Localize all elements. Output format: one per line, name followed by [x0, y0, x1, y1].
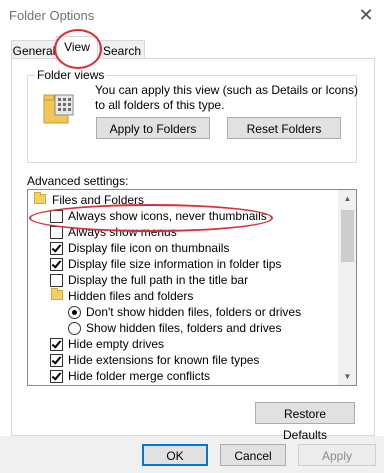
folder-views-label: Folder views	[35, 68, 107, 82]
list-item-label: Display file size information in folder …	[68, 257, 282, 271]
scroll-thumb[interactable]	[341, 210, 354, 262]
folder-views-description: You can apply this view (such as Details…	[95, 83, 359, 112]
checkbox[interactable]	[50, 226, 63, 239]
checkbox[interactable]	[50, 370, 63, 383]
checkbox[interactable]	[50, 210, 63, 223]
window-title: Folder Options	[9, 8, 95, 23]
list-item-label: Hide empty drives	[68, 337, 165, 351]
tab-view[interactable]: View	[56, 36, 98, 61]
list-item-label: Show hidden files, folders and drives	[86, 321, 282, 335]
apply-button[interactable]: Apply	[298, 444, 376, 466]
list-item-label: Always show menus	[68, 225, 177, 239]
scroll-up-icon[interactable]: ▲	[339, 190, 356, 207]
list-item-label: Always show icons, never thumbnails	[68, 209, 267, 223]
advanced-settings-label: Advanced settings:	[27, 174, 129, 188]
scroll-down-icon[interactable]: ▼	[339, 368, 356, 385]
folder-icon	[34, 192, 46, 204]
checkbox[interactable]	[50, 338, 63, 351]
title-bar: Folder Options ✕	[0, 0, 384, 32]
advanced-settings-list[interactable]: Files and Folders Always show icons, nev…	[27, 189, 357, 386]
folder-icon	[51, 288, 63, 300]
radio-button[interactable]	[68, 322, 81, 335]
checkbox[interactable]	[50, 242, 63, 255]
folder-views-icon	[43, 94, 74, 124]
list-item-label: Don't show hidden files, folders or driv…	[86, 305, 302, 319]
list-scrollbar[interactable]: ▲ ▼	[338, 190, 356, 385]
close-icon[interactable]: ✕	[355, 4, 377, 26]
list-item-label: Files and Folders	[52, 193, 145, 207]
list-item-label: Display file icon on thumbnails	[68, 241, 230, 255]
list-item-label: Hide extensions for known file types	[68, 353, 260, 367]
checkbox[interactable]	[50, 354, 63, 367]
ok-button[interactable]: OK	[142, 444, 208, 466]
checkbox[interactable]	[50, 258, 63, 271]
restore-defaults-button[interactable]: Restore Defaults	[255, 402, 355, 442]
cancel-button[interactable]: Cancel	[220, 444, 286, 466]
checkbox[interactable]	[50, 274, 63, 287]
list-item-label: Hide folder merge conflicts	[68, 369, 211, 383]
apply-to-folders-button[interactable]: Apply to Folders	[96, 117, 210, 139]
reset-folders-button[interactable]: Reset Folders	[227, 117, 341, 139]
list-item-label: Hidden files and folders	[68, 289, 194, 303]
list-item-label: Display the full path in the title bar	[68, 273, 249, 287]
radio-button[interactable]	[68, 306, 81, 319]
